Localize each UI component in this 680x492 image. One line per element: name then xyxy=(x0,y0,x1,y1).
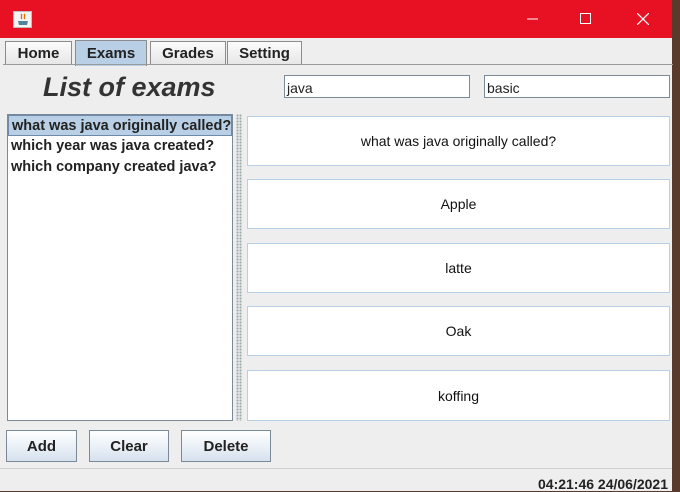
java-cup-icon[interactable] xyxy=(13,11,32,28)
app-window: Home Exams Grades Setting List of exams … xyxy=(0,0,673,492)
close-button[interactable] xyxy=(620,0,666,38)
split-pane-divider[interactable] xyxy=(236,114,242,421)
minimize-icon xyxy=(527,18,538,20)
page-title: List of exams xyxy=(43,72,216,102)
delete-button[interactable]: Delete xyxy=(181,430,271,462)
maximize-icon xyxy=(580,13,591,24)
status-clock: 04:21:46 24/06/2021 xyxy=(538,476,668,492)
answer-card[interactable]: latte xyxy=(247,243,670,293)
answer-card[interactable]: Oak xyxy=(247,306,670,356)
answer-card[interactable]: koffing xyxy=(247,370,670,421)
list-item[interactable]: what was java originally called? xyxy=(8,115,232,136)
tab-exams[interactable]: Exams xyxy=(75,40,147,66)
title-bar[interactable] xyxy=(0,0,672,38)
clear-button[interactable]: Clear xyxy=(89,430,169,462)
minimize-button[interactable] xyxy=(510,0,556,38)
tab-grades[interactable]: Grades xyxy=(150,41,226,65)
question-list[interactable]: what was java originally called? which y… xyxy=(7,114,233,421)
question-card[interactable]: what was java originally called? xyxy=(247,116,670,166)
add-button[interactable]: Add xyxy=(6,430,77,462)
close-icon xyxy=(637,13,649,25)
tab-setting[interactable]: Setting xyxy=(227,41,302,65)
tab-home[interactable]: Home xyxy=(5,41,72,65)
level-filter-field[interactable]: basic xyxy=(484,75,670,98)
answer-card[interactable]: Apple xyxy=(247,179,670,229)
list-item[interactable]: which year was java created? xyxy=(8,136,232,157)
list-item[interactable]: which company created java? xyxy=(8,157,232,178)
subject-filter-field[interactable]: java xyxy=(284,75,470,98)
maximize-button[interactable] xyxy=(563,0,609,38)
